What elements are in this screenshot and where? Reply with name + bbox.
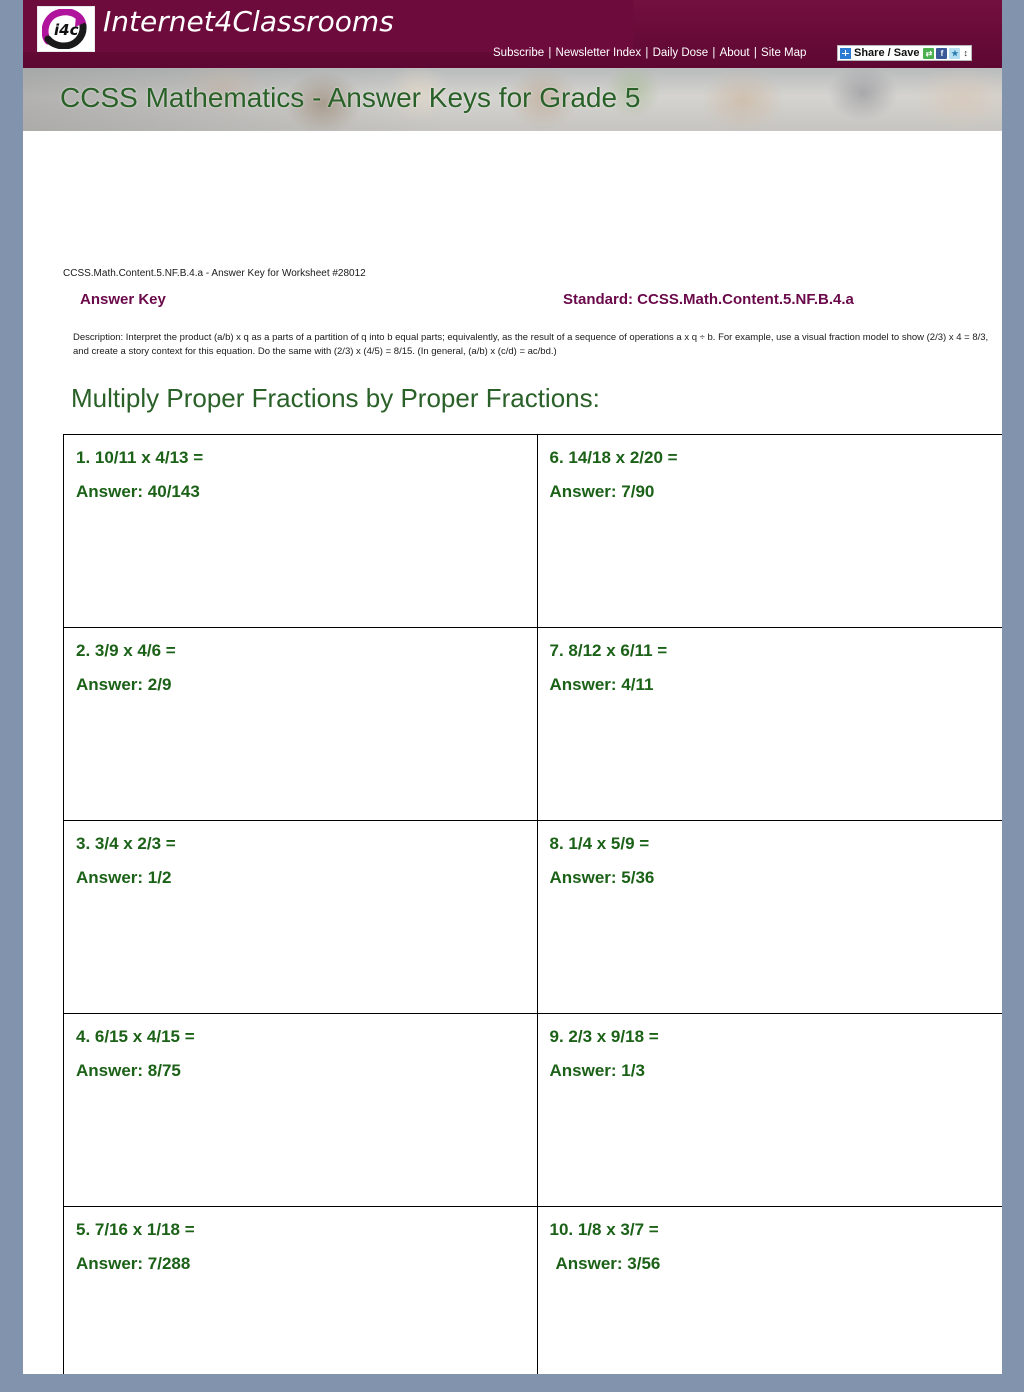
- table-row: 5. 7/16 x 1/18 = Answer: 7/288 10. 1/8 x…: [63, 1206, 1002, 1374]
- problem-question: 1. 10/11 x 4/13 =: [76, 448, 204, 467]
- problem-question: 7. 8/12 x 6/11 =: [549, 641, 668, 660]
- nav-separator: |: [750, 47, 761, 59]
- nav-link-about[interactable]: About: [720, 47, 750, 59]
- problem-cell: 4. 6/15 x 4/15 = Answer: 8/75: [63, 1013, 538, 1207]
- table-row: 3. 3/4 x 2/3 = Answer: 1/2 8. 1/4 x 5/9 …: [63, 820, 1002, 1014]
- problem-question: 5. 7/16 x 1/18 =: [76, 1220, 195, 1239]
- problem-question: 3. 3/4 x 2/3 =: [76, 834, 176, 853]
- problem-answer: Answer: 8/75: [76, 1061, 181, 1080]
- problem-question: 6. 14/18 x 2/20 =: [549, 448, 678, 467]
- i4c-logo-icon[interactable]: i4c: [37, 6, 95, 52]
- table-row: 1. 10/11 x 4/13 = Answer: 40/143 6. 14/1…: [63, 434, 1002, 628]
- share-save-label: Share / Save: [854, 47, 920, 59]
- site-header: i4c Internet4Classrooms Subscribe | News…: [23, 0, 1002, 68]
- table-row: 4. 6/15 x 4/15 = Answer: 8/75 9. 2/3 x 9…: [63, 1013, 1002, 1207]
- problem-question: 2. 3/9 x 4/6 =: [76, 641, 176, 660]
- problem-cell: 1. 10/11 x 4/13 = Answer: 40/143: [63, 434, 538, 628]
- problem-answer: Answer: 1/2: [76, 868, 172, 887]
- problem-answer: Answer: 7/288: [76, 1254, 191, 1273]
- nav-separator: |: [545, 47, 555, 59]
- problems-grid: 1. 10/11 x 4/13 = Answer: 40/143 6. 14/1…: [63, 434, 1002, 1374]
- answer-key-heading: Answer Key: [80, 291, 166, 308]
- problem-answer: Answer: 3/56: [555, 1254, 661, 1273]
- problem-answer: Answer: 7/90: [549, 482, 655, 501]
- page-banner: CCSS Mathematics - Answer Keys for Grade…: [23, 68, 1002, 131]
- svg-text:i4c: i4c: [54, 21, 79, 39]
- problem-question: 4. 6/15 x 4/15 =: [76, 1027, 195, 1046]
- problem-question: 10. 1/8 x 3/7 =: [549, 1220, 659, 1239]
- addthis-icon[interactable]: ⇄: [923, 47, 935, 59]
- nav-link-subscribe[interactable]: Subscribe: [493, 47, 544, 59]
- page-container: i4c Internet4Classrooms Subscribe | News…: [23, 0, 1002, 1374]
- i4c-swirl-icon: i4c: [42, 9, 87, 49]
- nav-separator: |: [642, 47, 652, 59]
- worksheet-reference: CCSS.Math.Content.5.NF.B.4.a - Answer Ke…: [63, 268, 366, 279]
- problem-cell: 6. 14/18 x 2/20 = Answer: 7/90: [536, 434, 1002, 628]
- addthis-plus-icon[interactable]: [840, 47, 851, 59]
- nav-link-newsletter-index[interactable]: Newsletter Index: [556, 47, 642, 59]
- nav-link-daily-dose[interactable]: Daily Dose: [653, 47, 709, 59]
- problem-question: 8. 1/4 x 5/9 =: [549, 834, 650, 853]
- problem-cell: 5. 7/16 x 1/18 = Answer: 7/288: [63, 1206, 538, 1374]
- problem-question: 9. 2/3 x 9/18 =: [549, 1027, 659, 1046]
- table-row: 2. 3/9 x 4/6 = Answer: 2/9 7. 8/12 x 6/1…: [63, 627, 1002, 821]
- standard-description: Description: Interpret the product (a/b)…: [73, 332, 989, 357]
- problem-cell: 2. 3/9 x 4/6 = Answer: 2/9: [63, 627, 538, 821]
- logo-block[interactable]: i4c Internet4Classrooms: [23, 0, 633, 52]
- problem-cell: 3. 3/4 x 2/3 = Answer: 1/2: [63, 820, 538, 1014]
- problem-cell: 7. 8/12 x 6/11 = Answer: 4/11: [536, 627, 1002, 821]
- site-logo-text: Internet4Classrooms: [103, 5, 394, 38]
- top-navigation: Subscribe | Newsletter Index | Daily Dos…: [493, 47, 806, 59]
- nav-link-site-map[interactable]: Site Map: [761, 47, 806, 59]
- nav-separator: |: [709, 47, 719, 59]
- problem-cell: 9. 2/3 x 9/18 = Answer: 1/3: [536, 1013, 1002, 1207]
- problem-answer: Answer: 40/143: [76, 482, 200, 501]
- problem-cell: 8. 1/4 x 5/9 = Answer: 5/36: [536, 820, 1002, 1014]
- section-heading: Multiply Proper Fractions by Proper Frac…: [71, 383, 600, 413]
- page-title: CCSS Mathematics - Answer Keys for Grade…: [60, 82, 641, 113]
- problem-cell: 10. 1/8 x 3/7 = Answer: 3/56: [536, 1206, 1002, 1374]
- problem-answer: Answer: 4/11: [549, 675, 654, 694]
- twitter-icon[interactable]: ★: [949, 47, 961, 59]
- standard-heading: Standard: CCSS.Math.Content.5.NF.B.4.a: [563, 291, 854, 308]
- problem-answer: Answer: 1/3: [549, 1061, 645, 1080]
- chevron-updown-icon[interactable]: ↕: [963, 48, 968, 59]
- facebook-icon[interactable]: f: [936, 47, 948, 59]
- problem-answer: Answer: 5/36: [549, 868, 655, 887]
- share-save-widget[interactable]: Share / Save ⇄ f ★ ↕: [837, 45, 972, 61]
- problem-answer: Answer: 2/9: [76, 675, 172, 694]
